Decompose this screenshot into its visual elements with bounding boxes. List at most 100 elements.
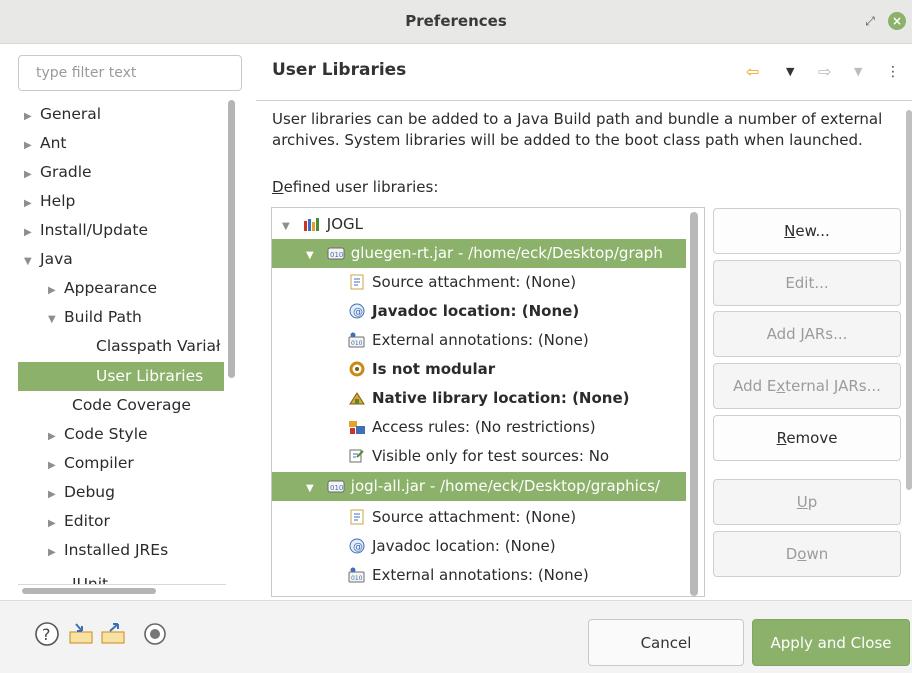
dialog-footer: ? Cancel Apply and Close [0,600,912,673]
jogl-javadoc-location[interactable]: @ Javadoc location: (None) [348,532,556,561]
annotations-icon: 010 [348,567,365,583]
tree-vertical-scrollbar[interactable] [228,100,235,378]
user-libraries-tree: ▼ JOGL ▼ 010 gluegen-rt.jar - /home/eck/D… [271,207,705,597]
svg-text:010: 010 [351,575,363,582]
export-preferences-icon[interactable] [100,621,126,647]
tree-item-editor[interactable]: ▶ Editor [48,507,110,536]
svg-text:010: 010 [330,251,343,259]
new-button[interactable]: New... [713,208,901,254]
preferences-tree: ▶ General ▶ Ant ▶ Gradle ▶ Help ▶ Install/Upd… [18,100,226,584]
help-icon[interactable]: ? [34,621,60,647]
jar-gluegen-rt[interactable]: ▼ 010 gluegen-rt.jar - /home/eck/Desktop/… [272,239,686,268]
expand-arrow-icon[interactable]: ▶ [48,451,64,480]
svg-text:?: ? [42,625,51,644]
tree-item-code-style[interactable]: ▶ Code Style [48,420,148,449]
svg-text:010: 010 [351,340,363,347]
libraries-vertical-scrollbar[interactable] [690,212,698,596]
filter-input[interactable] [18,55,242,91]
gluegen-native-library-location[interactable]: Native library location: (None) [348,384,630,413]
gluegen-source-attachment[interactable]: Source attachment: (None) [348,268,576,297]
library-icon [303,218,319,231]
tree-item-user-libraries[interactable]: User Libraries [18,362,224,391]
gluegen-external-annotations[interactable]: 010 External annotations: (None) [348,326,589,355]
oomph-record-icon[interactable] [142,621,168,647]
up-button[interactable]: Up [713,479,901,525]
jogl-source-attachment[interactable]: Source attachment: (None) [348,503,576,532]
expand-arrow-icon[interactable]: ▶ [24,160,40,189]
expand-arrow-icon[interactable]: ▶ [48,422,64,451]
tree-item-debug[interactable]: ▶ Debug [48,478,115,507]
tree-item-code-coverage[interactable]: Code Coverage [72,391,191,420]
tree-item-junit[interactable]: JUnit [72,570,108,584]
source-attachment-icon [350,509,364,525]
access-rules-icon [349,421,365,434]
gluegen-javadoc-location[interactable]: @ Javadoc location: (None) [348,297,579,326]
tree-item-java[interactable]: ▼ Java [24,245,73,274]
forward-arrow-icon[interactable]: ⇨ [818,62,831,82]
view-menu-icon[interactable]: ⋮ [886,62,900,82]
edit-button[interactable]: Edit... [713,260,901,306]
import-preferences-icon[interactable] [68,621,94,647]
tree-item-installed-jres[interactable]: ▶ Installed JREs [48,536,168,565]
javadoc-icon: @ [349,538,365,554]
gluegen-visible-only-for-test-sources[interactable]: Visible only for test sources: No [348,442,609,471]
collapse-arrow-icon[interactable]: ▼ [306,474,322,503]
tree-horizontal-scrollbar[interactable] [22,588,156,594]
page-title: User Libraries [272,60,407,80]
add-jars-button[interactable]: Add JARs... [713,311,901,357]
expand-arrow-icon[interactable]: ▶ [48,509,64,538]
defined-libraries-label: Defined user libraries: [272,178,439,196]
jogl-external-annotations[interactable]: 010 External annotations: (None) [348,561,589,590]
forward-menu-chevron-down-icon[interactable]: ▼ [854,62,862,82]
back-menu-chevron-down-icon[interactable]: ▼ [786,62,794,82]
panel-vertical-scrollbar[interactable] [906,110,912,490]
divider [256,100,912,101]
tree-item-appearance[interactable]: ▶ Appearance [48,274,157,303]
gluegen-is-not-modular[interactable]: Is not modular [348,355,495,384]
collapse-arrow-icon[interactable]: ▼ [282,212,298,241]
library-jogl[interactable]: ▼ JOGL [282,210,363,239]
jar-icon: 010 [327,480,345,493]
gluegen-access-rules[interactable]: Access rules: (No restrictions) [348,413,596,442]
collapse-arrow-icon[interactable]: ▼ [306,241,322,270]
expand-arrow-icon[interactable]: ▶ [24,131,40,160]
native-library-icon [349,392,365,405]
tree-item-install-update[interactable]: ▶ Install/Update [24,216,148,245]
tree-item-general[interactable]: ▶ General [24,100,101,129]
restore-icon[interactable]: ⤢ [861,12,879,30]
title-bar: Preferences ⤢ × [0,0,912,44]
expand-arrow-icon[interactable]: ▶ [48,538,64,567]
collapse-arrow-icon[interactable]: ▼ [24,247,40,276]
tree-item-compiler[interactable]: ▶ Compiler [48,449,134,478]
cancel-button[interactable]: Cancel [588,619,744,666]
down-button[interactable]: Down [713,531,901,577]
svg-text:@: @ [353,542,363,553]
jar-jogl-all[interactable]: ▼ 010 jogl-all.jar - /home/eck/Desktop/gr… [272,472,686,501]
remove-button[interactable]: Remove [713,415,901,461]
expand-arrow-icon[interactable]: ▶ [24,102,40,131]
javadoc-icon: @ [349,303,365,319]
test-sources-icon [349,449,364,463]
apply-and-close-button[interactable]: Apply and Close [752,619,910,666]
source-attachment-icon [350,274,364,290]
divider [18,584,226,585]
svg-text:@: @ [353,307,363,318]
add-external-jars-button[interactable]: Add External JARs... [713,363,901,409]
module-icon [349,361,365,377]
collapse-arrow-icon[interactable]: ▼ [48,305,64,334]
close-button[interactable]: × [888,12,906,30]
expand-arrow-icon[interactable]: ▶ [48,480,64,509]
annotations-icon: 010 [348,332,365,348]
tree-item-help[interactable]: ▶ Help [24,187,75,216]
back-arrow-icon[interactable]: ⇦ [746,62,759,82]
expand-arrow-icon[interactable]: ▶ [24,189,40,218]
expand-arrow-icon[interactable]: ▶ [24,218,40,247]
window-title: Preferences [405,12,507,30]
tree-item-gradle[interactable]: ▶ Gradle [24,158,92,187]
svg-text:010: 010 [330,484,343,492]
tree-item-classpath-variables[interactable]: Classpath Variał [96,332,220,361]
tree-item-build-path[interactable]: ▼ Build Path [48,303,142,332]
tree-item-ant[interactable]: ▶ Ant [24,129,67,158]
expand-arrow-icon[interactable]: ▶ [48,276,64,305]
description-text: User libraries can be added to a Java Bu… [272,110,883,149]
